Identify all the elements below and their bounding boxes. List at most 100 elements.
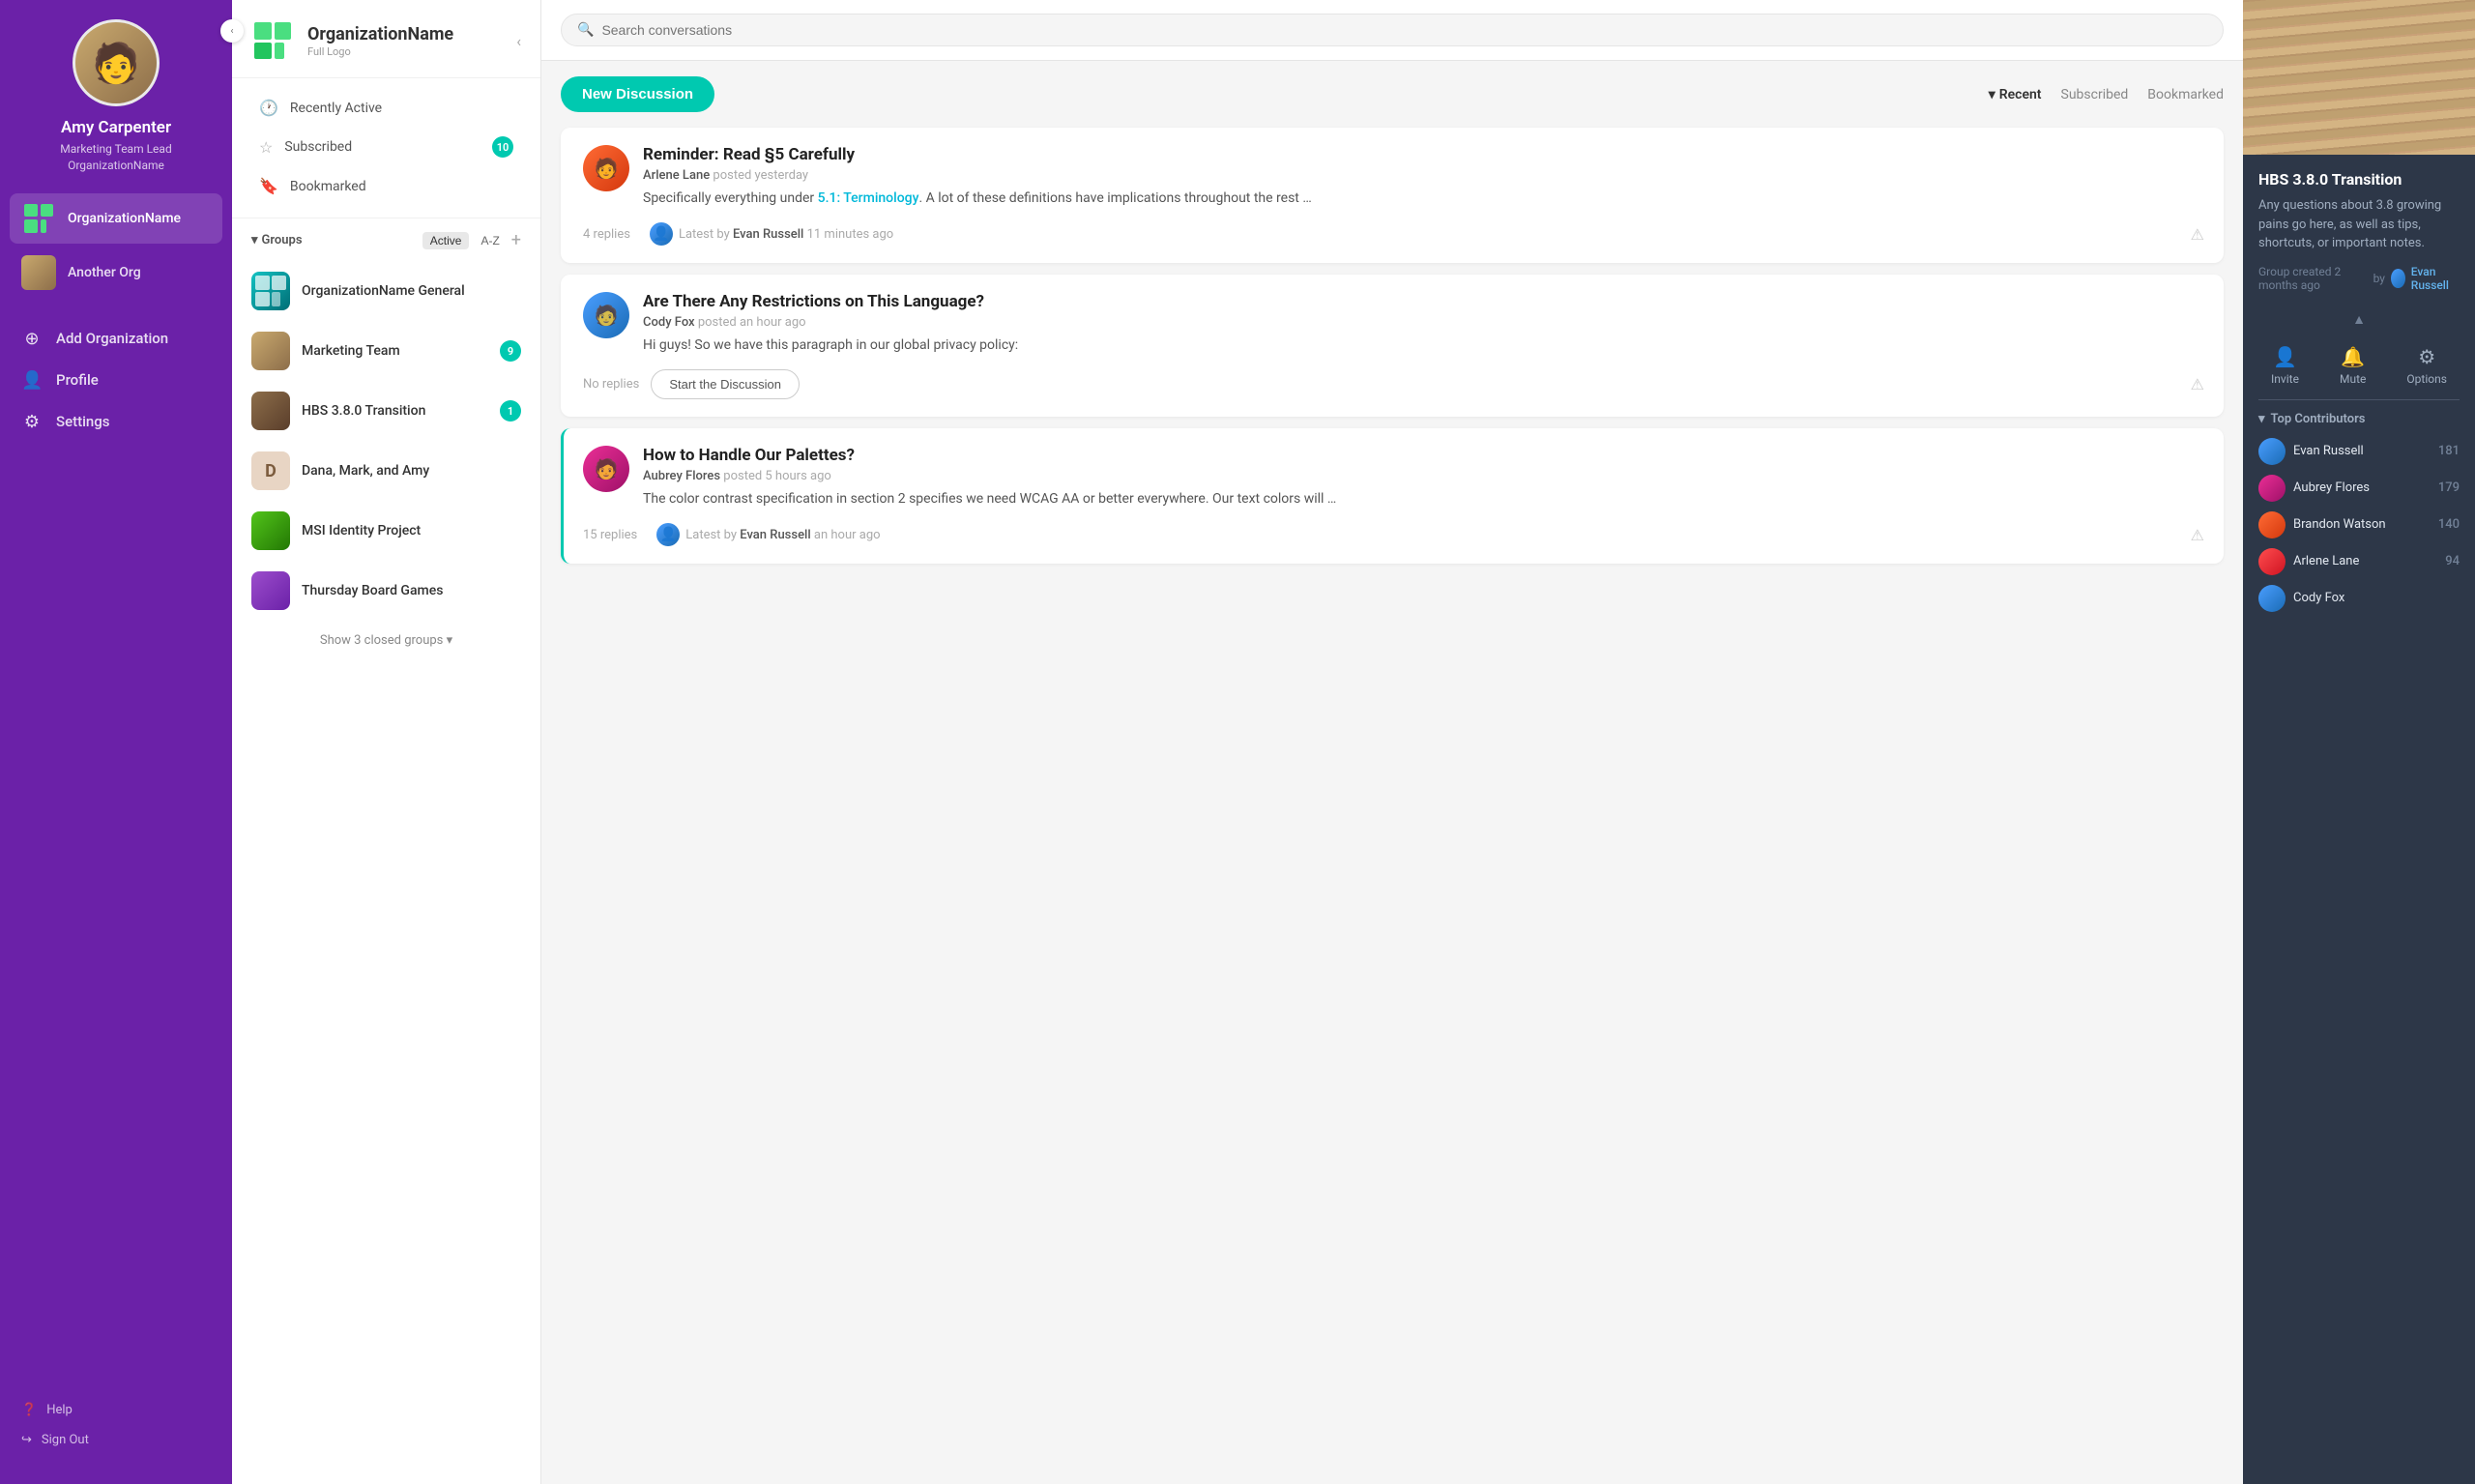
disc-tabs: ▾ Recent Subscribed Bookmarked	[1989, 83, 2224, 106]
left-sidebar: ‹ 🧑 Amy Carpenter Marketing Team Lead Or…	[0, 0, 232, 1484]
disc-footer-2: No replies Start the Discussion ⚠	[583, 369, 2204, 399]
disc-author-2: Cody Fox	[643, 315, 695, 330]
group-item-dana[interactable]: D Dana, Mark, and Amy	[240, 442, 533, 500]
disc-body-2: Are There Any Restrictions on This Langu…	[643, 292, 2204, 356]
disc-reply-count-1: 4 replies	[583, 227, 630, 242]
recently-active-icon: 🕐	[259, 99, 278, 117]
nav-profile[interactable]: 👤 Profile	[10, 361, 222, 400]
disc-meta-2: Cody Fox posted an hour ago	[643, 315, 2204, 330]
filter-az-button[interactable]: A-Z	[473, 232, 507, 249]
discussion-card-1[interactable]: 🧑 Reminder: Read §5 Carefully Arlene Lan…	[561, 128, 2224, 263]
options-action[interactable]: ⚙ Options	[2406, 345, 2447, 386]
nav-add-organization[interactable]: ⊕ Add Organization	[10, 319, 222, 359]
subscribed-icon: ☆	[259, 138, 273, 157]
group-item-hbs[interactable]: HBS 3.8.0 Transition 1	[240, 382, 533, 440]
tab-subscribed[interactable]: Subscribed	[2061, 83, 2129, 106]
org-list: OrganizationName Another Org	[0, 193, 232, 302]
settings-label: Settings	[56, 413, 110, 430]
creator-name: Evan Russell	[2411, 265, 2460, 292]
nav-bookmarked[interactable]: 🔖 Bookmarked	[248, 168, 525, 204]
nav-subscribed[interactable]: ☆ Subscribed 10	[248, 128, 525, 166]
alert-icon-2[interactable]: ⚠	[2191, 375, 2204, 393]
disc-title-1: Reminder: Read §5 Carefully	[643, 145, 2204, 164]
add-group-button[interactable]: +	[511, 230, 521, 250]
contrib-avatar-0	[2258, 438, 2286, 465]
panel-actions: 👤 Invite 🔔 Mute ⚙ Options	[2243, 332, 2475, 399]
chevron-contributors-icon: ▾	[2258, 412, 2265, 426]
marketing-badge: 9	[500, 340, 521, 362]
disc-body-3: How to Handle Our Palettes? Aubrey Flore…	[643, 446, 2204, 509]
group-created: Group created 2 months ago by Evan Russe…	[2258, 265, 2460, 292]
contributors-header[interactable]: ▾ Top Contributors	[2258, 412, 2460, 426]
invite-action[interactable]: 👤 Invite	[2271, 345, 2299, 386]
search-box[interactable]: 🔍	[561, 14, 2224, 46]
show-closed-groups-button[interactable]: Show 3 closed groups ▾	[240, 622, 533, 659]
org-item-org1[interactable]: OrganizationName	[10, 193, 222, 244]
left-nav: ⊕ Add Organization 👤 Profile ⚙ Settings	[0, 309, 232, 444]
nav-settings[interactable]: ⚙ Settings	[10, 402, 222, 442]
discussion-card-2[interactable]: 🧑 Are There Any Restrictions on This Lan…	[561, 275, 2224, 417]
contrib-count-3: 94	[2445, 554, 2460, 568]
footer-signout[interactable]: ↪ Sign Out	[10, 1425, 222, 1455]
nav-links: 🕐 Recently Active ☆ Subscribed 10 🔖 Book…	[232, 78, 540, 218]
disc-meta-1: Arlene Lane posted yesterday	[643, 168, 2204, 183]
group-item-marketing[interactable]: Marketing Team 9	[240, 322, 533, 380]
disc-reply-count-3: 15 replies	[583, 528, 637, 542]
contributor-row-4: Cody Fox	[2258, 585, 2460, 612]
contributor-row-2: Brandon Watson 140	[2258, 511, 2460, 538]
groups-filter: Active A-Z +	[422, 230, 521, 250]
group-name-thursday: Thursday Board Games	[302, 583, 443, 598]
org1-name: OrganizationName	[68, 211, 181, 226]
mute-action[interactable]: 🔔 Mute	[2340, 345, 2366, 386]
content-header: 🔍	[541, 0, 2243, 61]
discussion-card-3[interactable]: 🧑 How to Handle Our Palettes? Aubrey Flo…	[561, 428, 2224, 564]
group-name-dana: Dana, Mark, and Amy	[302, 463, 429, 479]
disc-excerpt-2: Hi guys! So we have this paragraph in ou…	[643, 335, 2204, 356]
alert-icon-1[interactable]: ⚠	[2191, 225, 2204, 244]
group-name-msi: MSI Identity Project	[302, 523, 421, 538]
disc-latest-text-1: Latest by Evan Russell 11 minutes ago	[679, 227, 893, 242]
contrib-avatar-1	[2258, 475, 2286, 502]
disc-excerpt-1: Specifically everything under 5.1: Termi…	[643, 189, 2204, 209]
contributors-title: Top Contributors	[2271, 412, 2366, 426]
disc-avatar-2: 🧑	[583, 292, 629, 338]
collapse-middle-button[interactable]: ‹	[516, 32, 521, 50]
subscribed-badge: 10	[492, 136, 513, 158]
collapse-group-panel-button[interactable]: ▲	[2243, 307, 2475, 332]
nav-recently-active[interactable]: 🕐 Recently Active	[248, 90, 525, 126]
disc-top-1: 🧑 Reminder: Read §5 Carefully Arlene Lan…	[583, 145, 2204, 209]
footer-help[interactable]: ❓ Help	[10, 1395, 222, 1425]
contributor-row-0: Evan Russell 181	[2258, 438, 2460, 465]
collapse-sidebar-button[interactable]: ‹	[220, 19, 244, 43]
group-item-org-general[interactable]: OrganizationName General	[240, 262, 533, 320]
group-image	[2243, 0, 2475, 155]
group-info-title: HBS 3.8.0 Transition	[2258, 170, 2460, 189]
disc-avatar-1: 🧑	[583, 145, 629, 191]
user-role: Marketing Team Lead OrganizationName	[60, 141, 171, 174]
start-discussion-button[interactable]: Start the Discussion	[651, 369, 800, 399]
group-item-msi[interactable]: MSI Identity Project	[240, 502, 533, 560]
disc-reply-count-2: No replies	[583, 377, 639, 392]
add-org-icon: ⊕	[21, 329, 43, 349]
group-item-thursday[interactable]: Thursday Board Games	[240, 562, 533, 620]
disc-footer-3: 15 replies 👤 Latest by Evan Russell an h…	[583, 523, 2204, 546]
new-discussion-button[interactable]: New Discussion	[561, 76, 714, 112]
search-input[interactable]	[601, 22, 2207, 38]
mute-icon: 🔔	[2341, 345, 2365, 368]
filter-active-button[interactable]: Active	[422, 232, 470, 249]
groups-label: ▾ Groups	[251, 233, 303, 247]
tab-bookmarked[interactable]: Bookmarked	[2147, 83, 2224, 106]
profile-label: Profile	[56, 371, 99, 389]
tab-recent[interactable]: ▾ Recent	[1989, 87, 2042, 102]
contrib-name-1: Aubrey Flores	[2293, 480, 2431, 495]
org-item-org2[interactable]: Another Org	[10, 247, 222, 298]
disc-meta-3: Aubrey Flores posted 5 hours ago	[643, 469, 2204, 483]
left-footer: ❓ Help ↪ Sign Out	[0, 1385, 232, 1465]
dropdown-arrow-icon: ▾	[1989, 87, 1995, 102]
chevron-down-icon: ▾	[251, 233, 258, 247]
alert-icon-3[interactable]: ⚠	[2191, 526, 2204, 544]
disc-time-1: posted yesterday	[713, 168, 808, 183]
disc-link-1[interactable]: 5.1: Terminology	[818, 190, 919, 206]
disc-footer-1: 4 replies 👤 Latest by Evan Russell 11 mi…	[583, 222, 2204, 246]
disc-latest-text-3: Latest by Evan Russell an hour ago	[685, 528, 880, 542]
